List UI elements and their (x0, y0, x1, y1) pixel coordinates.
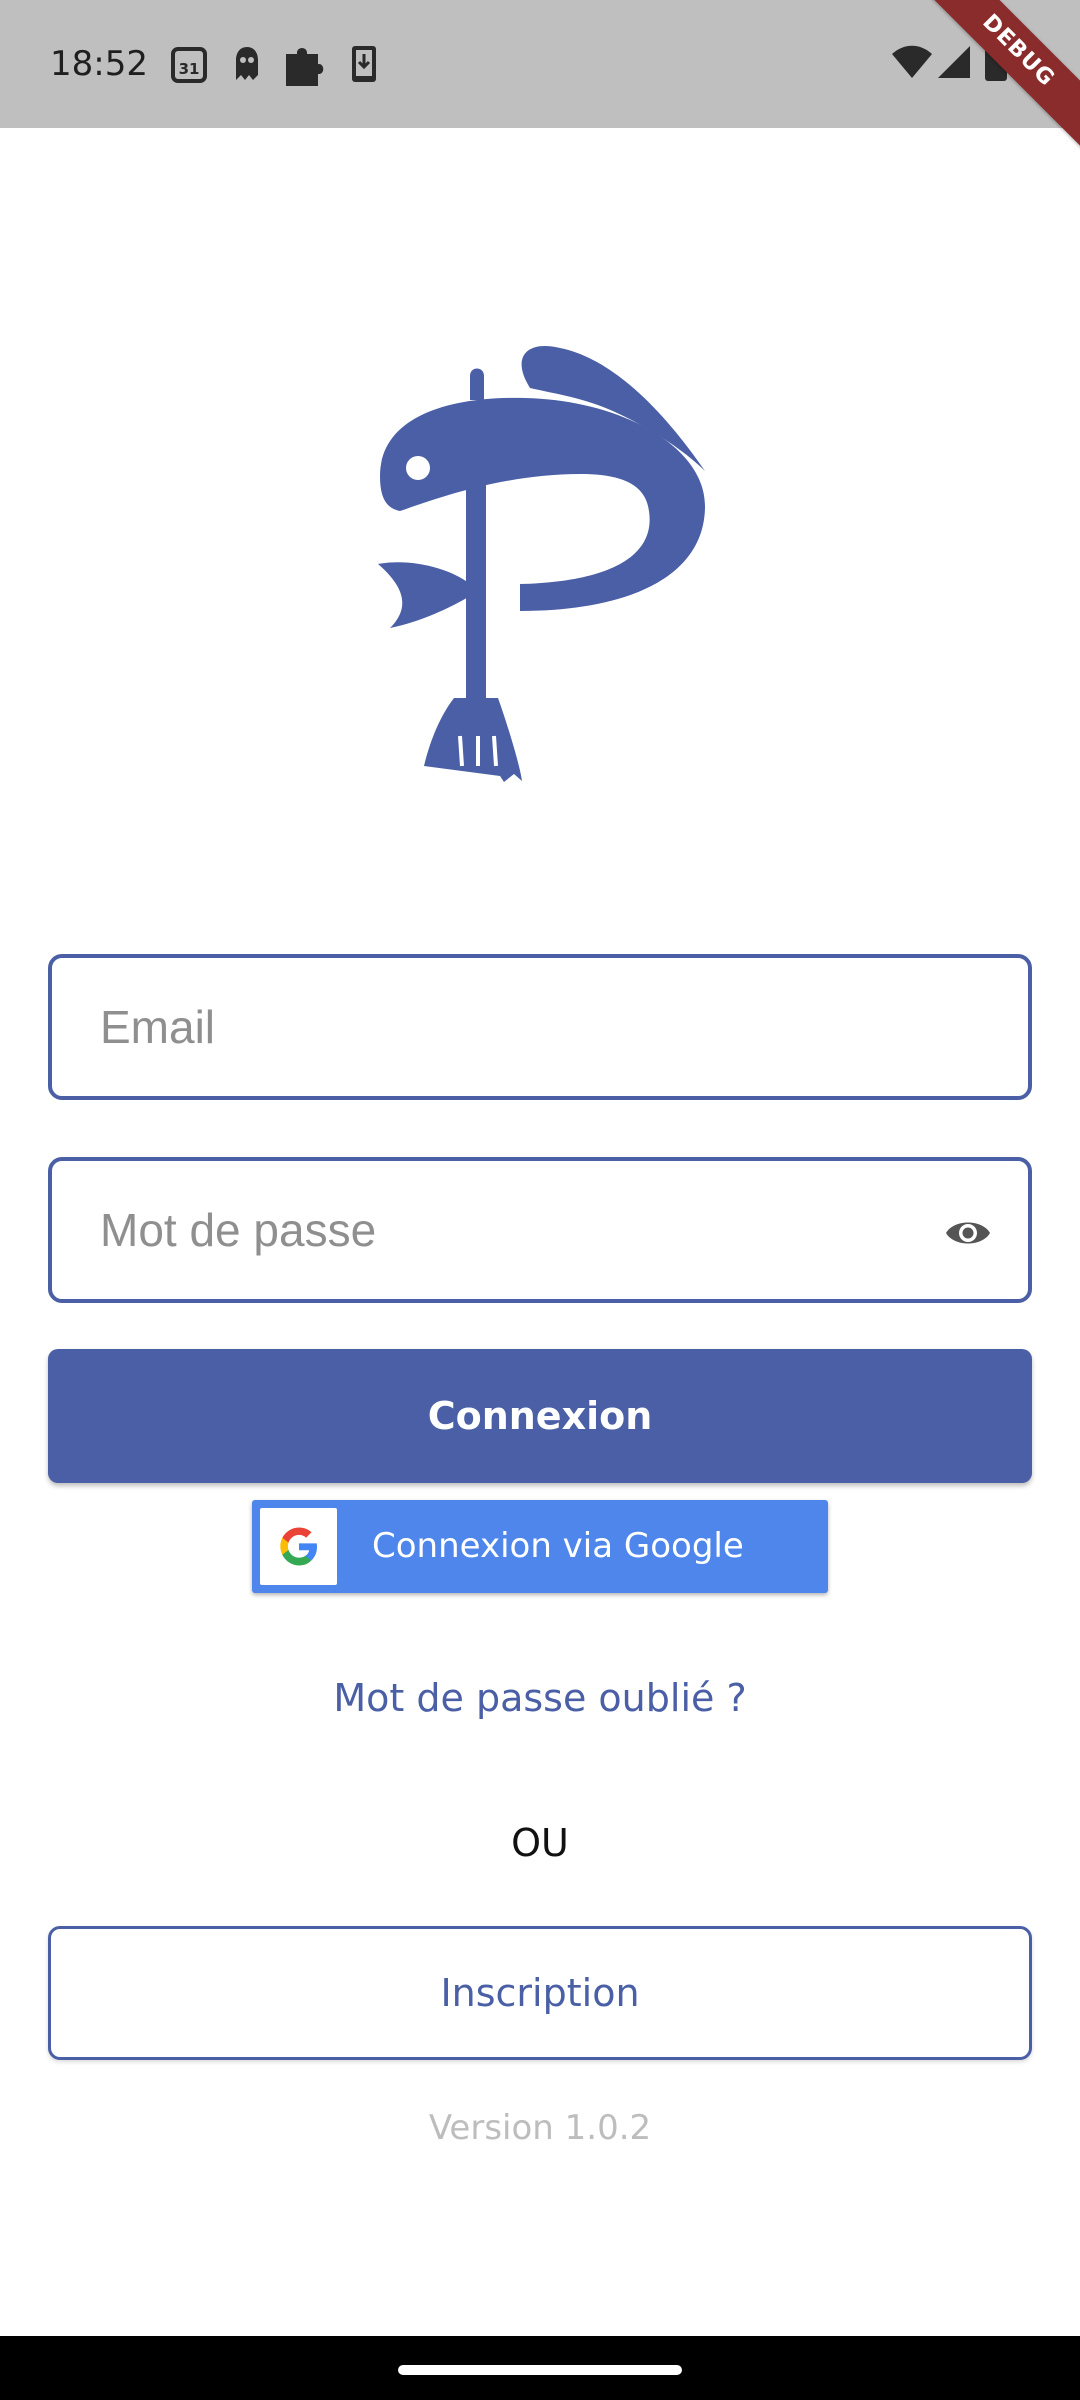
login-button[interactable]: Connexion (48, 1349, 1032, 1483)
email-input[interactable] (100, 958, 940, 1096)
eye-icon[interactable] (944, 1209, 992, 1257)
password-input[interactable] (100, 1161, 940, 1299)
calendar-icon: 31 (171, 47, 207, 83)
google-login-button[interactable]: Connexion via Google (252, 1500, 828, 1593)
google-login-label: Connexion via Google (372, 1526, 744, 1566)
fish-broom-logo (378, 345, 705, 782)
calendar-day: 31 (179, 60, 200, 78)
home-indicator[interactable] (398, 2365, 682, 2375)
version-label: Version 1.0.2 (428, 2108, 652, 2148)
password-field[interactable] (48, 1157, 1032, 1303)
google-logo-box (260, 1508, 337, 1585)
wifi-icon (892, 45, 932, 78)
download-icon (352, 46, 376, 82)
status-time: 18:52 (50, 44, 148, 84)
notification-icon (236, 47, 258, 80)
signup-button[interactable]: Inscription (48, 1926, 1032, 2060)
email-field[interactable] (48, 954, 1032, 1100)
puzzle-icon (286, 48, 324, 86)
signal-icon (938, 46, 970, 78)
or-separator: OU (511, 1821, 569, 1865)
status-bar: 18:52 31 (0, 0, 1080, 128)
forgot-password-link[interactable]: Mot de passe oublié ? (0, 1670, 1080, 1726)
google-icon (280, 1527, 317, 1566)
